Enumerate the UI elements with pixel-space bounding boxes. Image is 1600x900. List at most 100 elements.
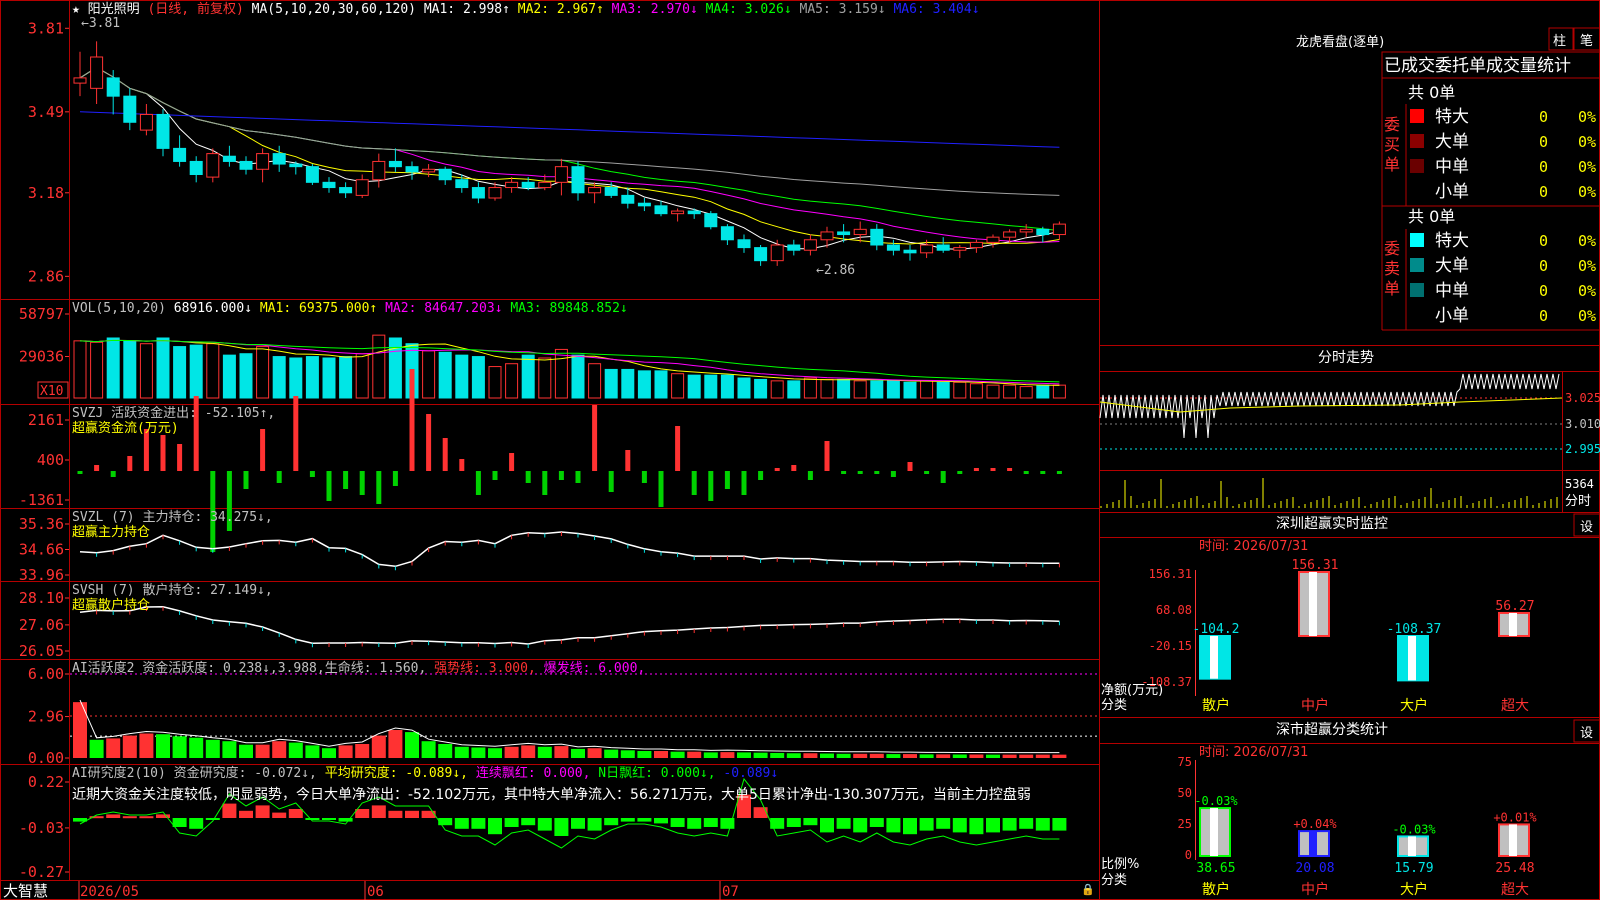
monitor-title: 深圳超赢实时监控: [1276, 515, 1388, 532]
activity-bar: [521, 745, 536, 758]
activity-bar: [89, 739, 104, 758]
monitor-axis-label: 156.31: [1149, 567, 1192, 581]
activity-bar: [205, 739, 220, 758]
fund-flow-bar: [309, 471, 315, 477]
volume-bar: [571, 354, 585, 399]
bar-mode-label: 柱: [1553, 34, 1566, 49]
ma5-value: MA5: 3.159↓: [800, 2, 886, 17]
fund-flow-bar: [127, 456, 133, 471]
fund-flow-bar: [542, 471, 548, 495]
ma3-value: MA3: 2.970↓: [612, 2, 698, 17]
volume-bar: [538, 357, 552, 399]
ma-line: [79, 111, 1060, 148]
fund-flow-bar: [592, 405, 598, 471]
candle-body: [438, 168, 452, 181]
fund-flow-bar: [758, 471, 764, 480]
category-label: 分类: [1101, 698, 1127, 713]
fund-flow-bar: [990, 468, 996, 471]
order-count: 0: [1539, 232, 1548, 250]
bar-highlight: [1509, 824, 1517, 856]
volume-bar: [604, 368, 618, 399]
buy-orders-title: 委买单: [1384, 115, 1400, 174]
bar-highlight: [1309, 831, 1317, 856]
activity-bar: [604, 749, 619, 758]
stats-time: 时间: 2026/07/31: [1199, 745, 1308, 760]
high-price-marker: ←3.81: [81, 16, 120, 31]
y-tick-label: 0.22: [28, 773, 64, 791]
order-type-label: 特大: [1435, 107, 1469, 127]
volume-bar: [1019, 386, 1033, 399]
activity-bar: [1019, 754, 1034, 758]
intraday-price-label: 3.025: [1565, 391, 1600, 405]
svzl-sub: 超赢主力持仓: [72, 524, 150, 540]
fund-flow-bar: [774, 468, 780, 471]
volume-bar: [505, 363, 519, 399]
research-bar: [604, 818, 619, 826]
activity-bar: [620, 750, 635, 758]
candle-body: [754, 247, 768, 262]
fund-flow-bar: [608, 471, 614, 492]
candle-body: [173, 147, 187, 162]
research-bar: [869, 818, 884, 827]
ratio-change: +0.04%: [1293, 817, 1337, 831]
volume-bar: [123, 340, 137, 399]
ratio-change: +0.01%: [1493, 810, 1537, 824]
stock-chart-canvas[interactable]: 2.86 3.18 3.49 3.81 29036 58797 -1361 400 2161 33…: [0, 0, 1600, 900]
order-color-swatch: [1410, 283, 1424, 297]
intraday-chart[interactable]: [1099, 373, 1563, 508]
research-bar: [205, 818, 220, 820]
volume-chart[interactable]: [73, 334, 1066, 399]
bar-highlight: [1210, 808, 1218, 856]
order-percent: 0%: [1578, 232, 1596, 250]
main-force-position-chart[interactable]: [79, 531, 1060, 571]
svg-text:已成交委托单成交量统计: 已成交委托单成交量统计: [1384, 56, 1571, 76]
fund-flow-bar: [874, 471, 880, 474]
activity-bar: [1002, 754, 1017, 758]
svsh-sub: 超赢散户持仓: [72, 597, 150, 613]
low-price-marker: ←2.86: [816, 263, 855, 278]
candle-body: [886, 244, 900, 251]
fund-flow-bar: [94, 465, 100, 471]
candlestick-chart[interactable]: [73, 41, 1066, 266]
volume-bar: [953, 381, 967, 399]
y-tick-label: 2161: [28, 411, 64, 429]
tab-volume-stats[interactable]: 成交量统计: [1486, 56, 1571, 76]
activity-bar: [272, 741, 287, 758]
activity-bar: [305, 745, 320, 758]
lock-icon[interactable]: 🔒: [1081, 883, 1095, 896]
y-tick-label: 3.49: [28, 103, 64, 121]
ma-line: [79, 66, 1060, 232]
activity-bar: [239, 744, 253, 758]
volume-bar: [770, 380, 784, 399]
activity-bar: [471, 747, 486, 758]
research-bar: [670, 818, 685, 827]
activity-bar: [587, 748, 602, 758]
fund-flow-bar: [260, 429, 266, 471]
activity-bar: [637, 751, 652, 758]
tab-filled[interactable]: 已成交: [1384, 56, 1435, 76]
retail-position-chart[interactable]: [79, 606, 1060, 649]
ai1-header: AI活跃度2 资金活跃度: 0.238↓,3.988,生命线: 1.560,: [72, 660, 426, 676]
fund-flow-bar: [293, 396, 299, 471]
volume-bar: [422, 350, 436, 399]
candle-body: [1052, 223, 1066, 236]
svzl-header: SVZL (7) 主力持仓: 34.275↓,: [72, 510, 273, 525]
activity-bar: [703, 752, 718, 758]
ma2-value: MA2: 2.967↑: [518, 2, 604, 17]
activity-bar: [737, 752, 751, 758]
research-bar: [189, 818, 204, 829]
activity-bar: [488, 748, 502, 758]
research-bar: [571, 818, 585, 829]
net-flow-bar-chart[interactable]: -104.2 散户 156.31 中户 -108.37 大户 56.27 超大: [1193, 558, 1535, 714]
order-type-label: 中单: [1435, 281, 1469, 301]
intraday-price-label: 2.995: [1565, 442, 1600, 456]
ratio-bar-chart[interactable]: -0.03% 38.65 散户 +0.04% 20.08 中户 -0.03% 15.79 大户 +…: [1194, 794, 1537, 898]
tab-orders[interactable]: 委托单: [1435, 56, 1486, 76]
volume-bar: [936, 381, 950, 399]
research-bar: [836, 818, 851, 829]
fund-flow-bar: [343, 471, 349, 489]
ai-activity-chart[interactable]: [70, 673, 1099, 758]
activity-bar: [869, 753, 884, 758]
fund-flow-bar: [525, 471, 531, 483]
candle-body: [588, 187, 602, 194]
